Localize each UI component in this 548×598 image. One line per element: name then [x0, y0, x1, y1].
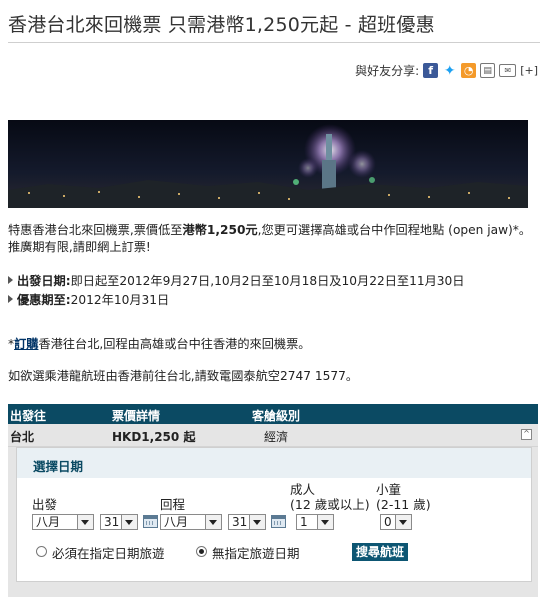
facebook-icon[interactable]: f	[423, 63, 439, 78]
children-select[interactable]: 0	[380, 514, 412, 530]
calendar-icon[interactable]	[143, 515, 158, 528]
banner-image	[8, 120, 528, 208]
page-title: 香港台北來回機票 只需港幣1,250元起 - 超班優惠	[8, 14, 435, 36]
calendar-icon[interactable]	[271, 515, 286, 528]
promo-label: 優惠期至:	[17, 293, 71, 307]
share-label: 與好友分享:	[355, 64, 420, 78]
share-more-link[interactable]: [+]	[520, 64, 538, 77]
booking-note: *訂購香港往台北,回程由高雄或台中往香港的來回機票。	[8, 336, 533, 353]
contact-note: 如欲選乘港龍航班由香港前往台北,請致電國泰航空2747 1577。	[8, 369, 359, 383]
email-icon[interactable]: ✉	[499, 64, 517, 77]
promo-period: 優惠期至:2012年10月31日	[8, 292, 533, 309]
fare-table-header: 出發往 票價詳情 客艙級別	[8, 404, 538, 424]
bullet-arrow-icon	[8, 295, 13, 303]
chevron-down-icon	[205, 515, 221, 529]
intro-text-a: 特惠香港台北來回機票,票價低至	[8, 223, 183, 237]
note-text: 香港往台北,回程由高雄或台中往香港的來回機票。	[38, 337, 311, 351]
collapse-icon[interactable]: ^	[521, 429, 532, 440]
return-month-select[interactable]: 八月	[160, 514, 222, 530]
row-cabin: 經濟	[264, 430, 289, 444]
bullet-arrow-icon	[8, 276, 13, 284]
depart-label: 出發日期:	[17, 274, 71, 288]
print-icon[interactable]: ▤	[480, 63, 496, 78]
fixed-date-label: 必須在指定日期旅遊	[52, 546, 165, 561]
fare-table: 出發往 票價詳情 客艙級別 台北 HKD1,250 起 經濟 ^ 選擇日期	[8, 404, 538, 597]
fixed-date-radio[interactable]	[36, 546, 47, 557]
header-fare: 票價詳情	[112, 409, 161, 423]
book-link[interactable]: 訂購	[14, 337, 38, 351]
depart-day-select[interactable]: 31	[100, 514, 138, 530]
return-day-select[interactable]: 31	[228, 514, 266, 530]
chevron-down-icon	[121, 515, 137, 529]
depart-field-label: 出發	[32, 497, 58, 512]
chevron-down-icon	[395, 515, 411, 529]
header-cabin: 客艙級別	[252, 409, 301, 423]
chevron-down-icon	[77, 515, 93, 529]
header-destination: 出發往	[10, 409, 47, 423]
depart-dates: 出發日期:即日起至2012年9月27日,10月2日至10月18日及10月22日至…	[8, 273, 533, 290]
child-age-note: (2-11 歲)	[376, 497, 431, 512]
chevron-down-icon	[317, 515, 333, 529]
date-selector-header: 選擇日期	[17, 448, 531, 478]
share-bar: 與好友分享: f ✦ ◔ ▤ ✉ [+]	[355, 62, 538, 79]
table-row[interactable]: 台北 HKD1,250 起 經濟 ^	[8, 424, 538, 447]
row-price: HKD1,250 起	[112, 430, 196, 444]
intro-paragraph: 特惠香港台北來回機票,票價低至港幣1,250元,您更可選擇高雄或台中作回程地點 …	[8, 222, 533, 256]
intro-price: 港幣1,250元	[182, 223, 258, 237]
row-destination: 台北	[10, 430, 35, 444]
adults-select[interactable]: 1	[296, 514, 334, 530]
rss-icon[interactable]: ◔	[461, 63, 477, 78]
date-selector-title: 選擇日期	[33, 459, 84, 474]
title-divider	[8, 42, 540, 43]
flexible-date-label: 無指定旅遊日期	[212, 546, 300, 561]
return-field-label: 回程	[160, 497, 186, 512]
promo-value: 2012年10月31日	[70, 293, 170, 307]
depart-month-select[interactable]: 八月	[32, 514, 94, 530]
flexible-date-radio[interactable]	[196, 546, 207, 557]
chevron-down-icon	[249, 515, 265, 529]
depart-value: 即日起至2012年9月27日,10月2日至10月18日及10月22日至11月30…	[70, 274, 465, 288]
twitter-icon[interactable]: ✦	[442, 63, 458, 79]
search-flights-button[interactable]: 搜尋航班	[352, 543, 409, 561]
adult-age-note: (12 歲或以上)	[290, 497, 370, 512]
